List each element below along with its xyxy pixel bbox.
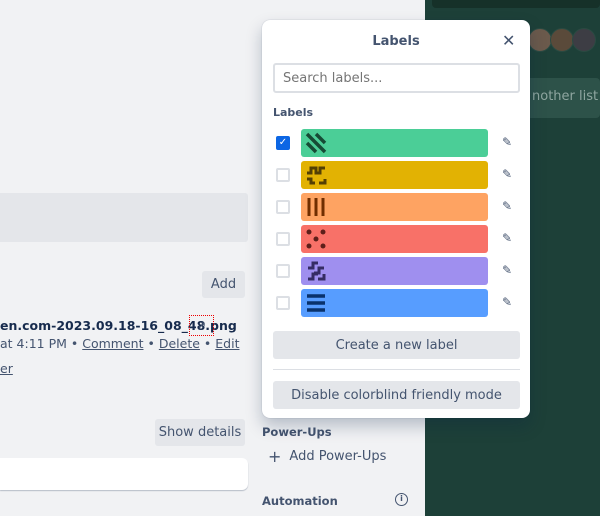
horizontal-bars-pattern-icon (307, 294, 325, 312)
label-row[interactable]: ✓ ✎ (273, 129, 523, 157)
comment-input[interactable] (0, 458, 248, 490)
pencil-icon[interactable]: ✎ (502, 167, 512, 181)
search-labels-input[interactable] (273, 63, 520, 93)
label-row[interactable]: ✎ (273, 257, 523, 285)
delete-link[interactable]: Delete (159, 336, 200, 351)
waves-pattern-icon (307, 166, 327, 185)
label-color-bar[interactable] (301, 257, 488, 285)
add-powerups-label: Add Power-Ups (289, 449, 387, 464)
label-color-bar[interactable] (301, 161, 488, 189)
diagonal-stripes-pattern-icon (305, 132, 327, 154)
edit-link[interactable]: Edit (215, 336, 239, 351)
label-color-bar[interactable] (301, 129, 488, 157)
label-row[interactable]: ✎ (273, 289, 523, 317)
label-checkbox[interactable] (276, 200, 290, 214)
divider (273, 369, 520, 370)
label-row[interactable]: ✎ (273, 225, 523, 253)
partial-link[interactable]: er (0, 361, 13, 376)
member-avatar[interactable] (550, 28, 574, 52)
label-color-bar[interactable] (301, 225, 488, 253)
separator: • (147, 336, 155, 351)
label-row[interactable]: ✎ (273, 161, 523, 189)
plus-icon: + (268, 447, 282, 466)
info-icon[interactable]: i (395, 493, 408, 506)
description-area[interactable] (0, 193, 248, 242)
show-details-button[interactable]: Show details (155, 419, 245, 446)
close-icon[interactable]: ✕ (502, 31, 515, 50)
pencil-icon[interactable]: ✎ (502, 199, 512, 213)
label-row[interactable]: ✎ (273, 193, 523, 221)
zigzag-pattern-icon (308, 261, 326, 281)
separator: • (203, 336, 212, 351)
comment-link[interactable]: Comment (82, 336, 143, 351)
arrow-up-right-icon[interactable]: ↗ (189, 315, 214, 336)
popover-title: Labels (372, 34, 420, 49)
label-checkbox[interactable] (276, 264, 290, 278)
dots-pattern-icon (306, 229, 326, 249)
labels-popover: Labels ✕ Labels ✓ ✎ ✎ ✎ ✎ ✎ ✎ Create a n… (262, 20, 530, 418)
automation-heading: Automation (262, 494, 338, 508)
separator: • (70, 336, 79, 351)
label-color-bar[interactable] (301, 193, 488, 221)
attachment-time: at 4:11 PM (0, 336, 67, 351)
label-color-bar[interactable] (301, 289, 488, 317)
labels-section-heading: Labels (273, 106, 314, 119)
attachment-meta: at 4:11 PM • Comment • Delete • Edit (0, 336, 239, 351)
powerups-heading: Power-Ups (262, 425, 332, 439)
label-checkbox[interactable]: ✓ (276, 136, 290, 150)
pencil-icon[interactable]: ✎ (502, 135, 512, 149)
add-button[interactable]: Add (202, 271, 245, 298)
label-checkbox[interactable] (276, 296, 290, 310)
member-avatar[interactable] (572, 28, 596, 52)
vertical-bars-pattern-icon (307, 198, 325, 216)
pencil-icon[interactable]: ✎ (502, 295, 512, 309)
pencil-icon[interactable]: ✎ (502, 231, 512, 245)
label-checkbox[interactable] (276, 232, 290, 246)
create-label-button[interactable]: Create a new label (273, 331, 520, 359)
pencil-icon[interactable]: ✎ (502, 263, 512, 277)
add-powerups-button[interactable]: + Add Power-Ups (268, 449, 386, 465)
add-list-label: nother list (532, 89, 599, 104)
member-avatar[interactable] (528, 28, 552, 52)
label-checkbox[interactable] (276, 168, 290, 182)
board-header (432, 0, 600, 8)
disable-colorblind-button[interactable]: Disable colorblind friendly mode (273, 381, 520, 409)
